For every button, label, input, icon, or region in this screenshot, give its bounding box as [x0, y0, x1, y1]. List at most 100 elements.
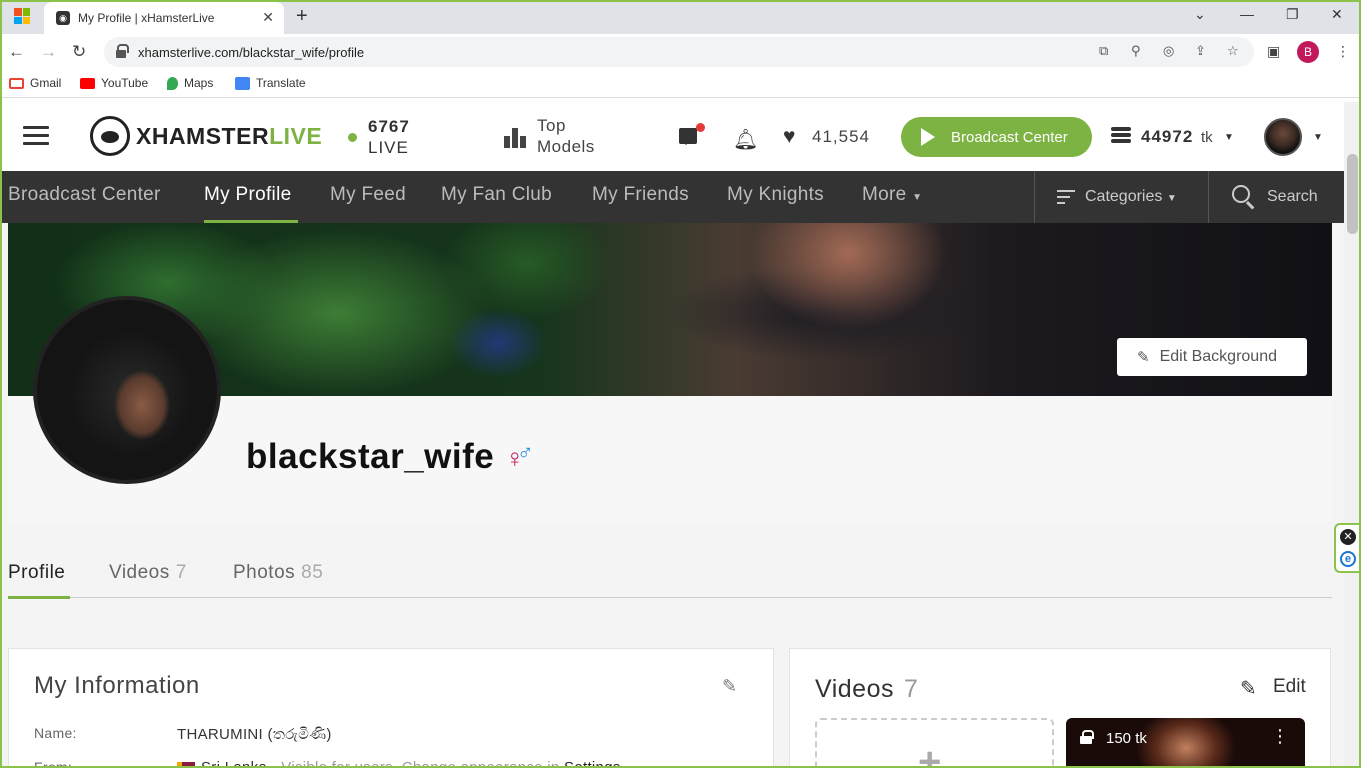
- maps-icon: [167, 76, 178, 90]
- browser-tab[interactable]: ◉ My Profile | xHamsterLive ✕: [44, 2, 284, 34]
- user-avatar[interactable]: [1264, 118, 1302, 156]
- top-models-icon[interactable]: [504, 126, 526, 148]
- token-balance[interactable]: 44972: [1141, 127, 1193, 147]
- nav-my-feed[interactable]: My Feed: [330, 184, 406, 206]
- site-logo[interactable]: XHAMSTERLIVE: [90, 116, 322, 156]
- bookmark-star-icon[interactable]: ☆: [1227, 43, 1239, 59]
- active-tab-indicator: [8, 596, 70, 599]
- nav-my-fan-club[interactable]: My Fan Club: [441, 184, 552, 206]
- youtube-icon: [80, 77, 95, 89]
- new-tab-icon[interactable]: +: [296, 5, 308, 28]
- extension-side-widget: ✕ e: [1334, 523, 1361, 573]
- edit-background-button[interactable]: ✎ Edit Background: [1117, 338, 1307, 376]
- video-price: 150 tk: [1106, 730, 1147, 747]
- page-scrollbar[interactable]: [1344, 102, 1361, 768]
- tracking-protection-icon[interactable]: ◎: [1163, 43, 1174, 59]
- bookmark-youtube[interactable]: YouTube: [80, 76, 148, 90]
- pencil-icon: ✎: [1137, 349, 1150, 366]
- tab-photos[interactable]: Photos 85: [233, 562, 323, 584]
- user-menu-chevron-icon[interactable]: ▼: [1313, 132, 1323, 143]
- search-button[interactable]: Search: [1267, 188, 1318, 206]
- url-text[interactable]: xhamsterlive.com/blackstar_wife/profile: [138, 45, 364, 60]
- more-options-icon[interactable]: ⋮: [1271, 726, 1289, 747]
- back-icon[interactable]: ←: [8, 42, 25, 62]
- restore-icon[interactable]: ❐: [1286, 6, 1299, 23]
- browser-menu-icon[interactable]: ⋮: [1336, 43, 1350, 60]
- settings-link[interactable]: Settings: [564, 759, 621, 768]
- zoom-icon[interactable]: ⚲: [1131, 43, 1141, 59]
- tab-profile[interactable]: Profile: [8, 562, 65, 584]
- categories-dropdown[interactable]: Categories ▼: [1085, 188, 1177, 206]
- gmail-icon: [9, 77, 24, 89]
- extension-e-icon[interactable]: e: [1340, 551, 1356, 567]
- categories-chevron-icon: ▼: [1166, 193, 1177, 204]
- nav-my-friends[interactable]: My Friends: [592, 184, 689, 206]
- close-window-icon[interactable]: ✕: [1331, 6, 1343, 23]
- top-models-link-line2[interactable]: Models: [537, 137, 595, 157]
- messages-icon[interactable]: [679, 128, 697, 145]
- video-thumbnail[interactable]: 150 tk ⋮: [1066, 718, 1305, 768]
- my-information-card: [8, 648, 774, 768]
- plus-icon: +: [918, 740, 942, 768]
- close-tab-icon[interactable]: ✕: [262, 9, 274, 26]
- translate-icon: [235, 76, 250, 90]
- from-value: Sri Lanka · Visible for users. Change ap…: [177, 759, 621, 768]
- side-panel-icon[interactable]: ▣: [1267, 43, 1280, 60]
- edit-info-pencil-icon[interactable]: ✎: [722, 676, 737, 697]
- tabs-divider: [8, 597, 1332, 598]
- bookmark-maps[interactable]: Maps: [167, 76, 213, 90]
- close-widget-icon[interactable]: ✕: [1340, 529, 1356, 545]
- site-header: XHAMSTERLIVE 6767 LIVE Top Models 🔔︎ ♥ 4…: [0, 102, 1344, 171]
- edit-videos-link[interactable]: Edit: [1273, 676, 1306, 698]
- notification-dot: [696, 123, 705, 132]
- lock-icon: [1080, 730, 1094, 744]
- from-label: From:: [34, 759, 73, 768]
- nav-broadcast-center[interactable]: Broadcast Center: [8, 184, 161, 206]
- share-icon[interactable]: ⇪: [1195, 43, 1206, 59]
- nav-my-knights[interactable]: My Knights: [727, 184, 824, 206]
- forward-icon[interactable]: →: [40, 42, 57, 62]
- scroll-thumb[interactable]: [1347, 154, 1358, 234]
- search-icon[interactable]: [1232, 185, 1250, 203]
- hamster-logo-icon: [90, 116, 130, 156]
- browser-profile-avatar[interactable]: B: [1297, 41, 1319, 63]
- logo-text-xhamster: XHAMSTER: [136, 122, 270, 149]
- sri-lanka-flag-icon: [177, 762, 195, 768]
- live-indicator-icon: [348, 133, 357, 142]
- play-icon: [921, 128, 935, 146]
- bookmarks-bar: Gmail YouTube Maps Translate: [0, 70, 1361, 98]
- videos-title: Videos 7: [815, 675, 919, 703]
- favorites-heart-icon[interactable]: ♥: [783, 125, 795, 149]
- address-bar[interactable]: xhamsterlive.com/blackstar_wife/profile …: [104, 37, 1254, 67]
- live-count[interactable]: 6767: [368, 117, 410, 137]
- main-nav: Broadcast Center My Profile My Feed My F…: [0, 171, 1344, 223]
- bookmark-gmail[interactable]: Gmail: [9, 76, 61, 90]
- minimize-icon[interactable]: —: [1240, 6, 1254, 22]
- tab-videos[interactable]: Videos 7: [109, 562, 187, 584]
- tokens-coins-icon[interactable]: [1111, 127, 1131, 147]
- top-models-link[interactable]: Top: [537, 116, 566, 136]
- bookmark-translate[interactable]: Translate: [235, 76, 306, 90]
- info-title: My Information: [34, 672, 200, 699]
- logo-text-live: LIVE: [269, 122, 323, 149]
- gender-male-icon: ♂: [517, 440, 534, 465]
- more-chevron-icon: ▼: [912, 192, 923, 203]
- nav-more[interactable]: More ▼: [862, 184, 922, 206]
- edit-videos-pencil-icon[interactable]: ✎: [1240, 676, 1257, 701]
- tokens-dropdown-chevron-icon[interactable]: ▼: [1224, 132, 1234, 143]
- live-label[interactable]: LIVE: [368, 138, 409, 158]
- categories-icon[interactable]: [1057, 190, 1075, 204]
- favorites-count[interactable]: 41,554: [812, 127, 870, 147]
- reload-icon[interactable]: ↻: [72, 42, 86, 62]
- profile-avatar[interactable]: [33, 296, 221, 484]
- windows-logo-icon[interactable]: [14, 8, 30, 24]
- broadcast-center-button[interactable]: Broadcast Center: [901, 117, 1092, 157]
- hamburger-menu-icon[interactable]: [23, 126, 49, 146]
- notifications-bell-icon[interactable]: 🔔︎: [733, 127, 758, 152]
- tab-search-chevron-icon[interactable]: ⌄: [1194, 6, 1206, 23]
- nav-divider: [1034, 171, 1035, 223]
- open-in-app-icon[interactable]: ⧉: [1099, 43, 1108, 59]
- token-unit: tk: [1201, 129, 1213, 146]
- nav-my-profile[interactable]: My Profile: [204, 184, 291, 206]
- lock-icon[interactable]: [116, 44, 129, 58]
